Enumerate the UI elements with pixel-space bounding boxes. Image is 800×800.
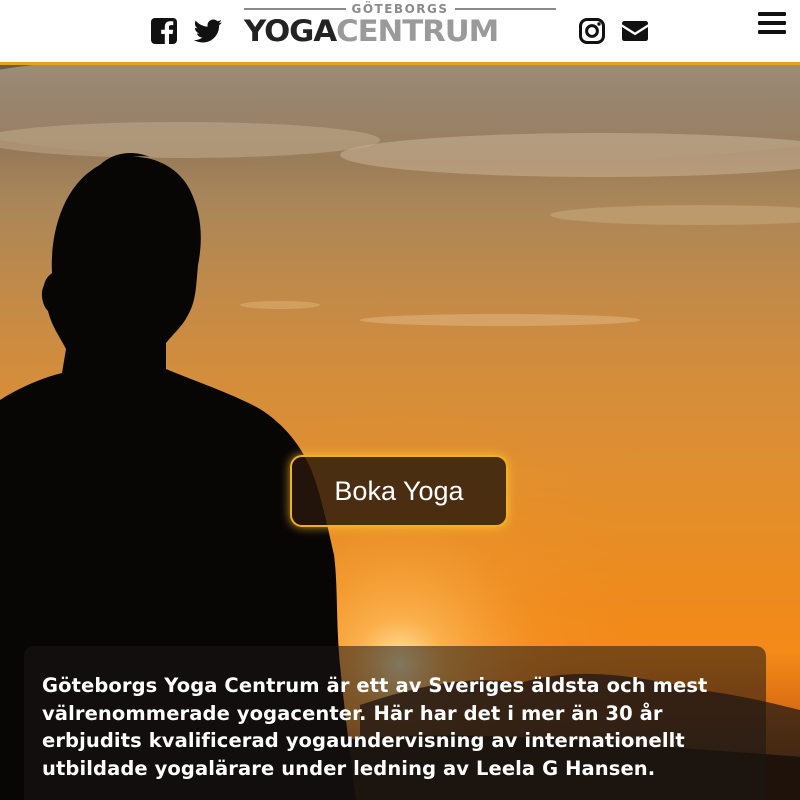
twitter-icon[interactable] [193,17,223,45]
menu-bar-bottom [758,30,786,34]
intro-panel: Göteborgs Yoga Centrum är ett av Sverige… [24,646,766,800]
site-header: GÖTEBORGS YOGACENTRUM [0,0,800,65]
page: GÖTEBORGS YOGACENTRUM Boka Yoga Göteborg… [0,0,800,800]
logo-line-left [244,8,346,10]
menu-bar-top [758,12,786,16]
instagram-icon[interactable] [578,17,606,45]
logo-yoga-text: YOGA [244,14,337,48]
logo-centrum-text: CENTRUM [336,14,499,48]
logo-wordmark: YOGACENTRUM [244,14,575,48]
hero-section: Boka Yoga Göteborgs Yoga Centrum är ett … [0,65,800,800]
book-yoga-button[interactable]: Boka Yoga [290,455,508,527]
intro-text: Göteborgs Yoga Centrum är ett av Sverige… [42,674,708,780]
menu-bar-middle [758,21,786,25]
logo-line-right [454,8,557,10]
site-logo[interactable]: GÖTEBORGS YOGACENTRUM [244,0,557,62]
facebook-icon[interactable] [150,17,178,45]
hamburger-menu-icon[interactable] [758,12,786,36]
mail-icon[interactable] [620,17,650,45]
